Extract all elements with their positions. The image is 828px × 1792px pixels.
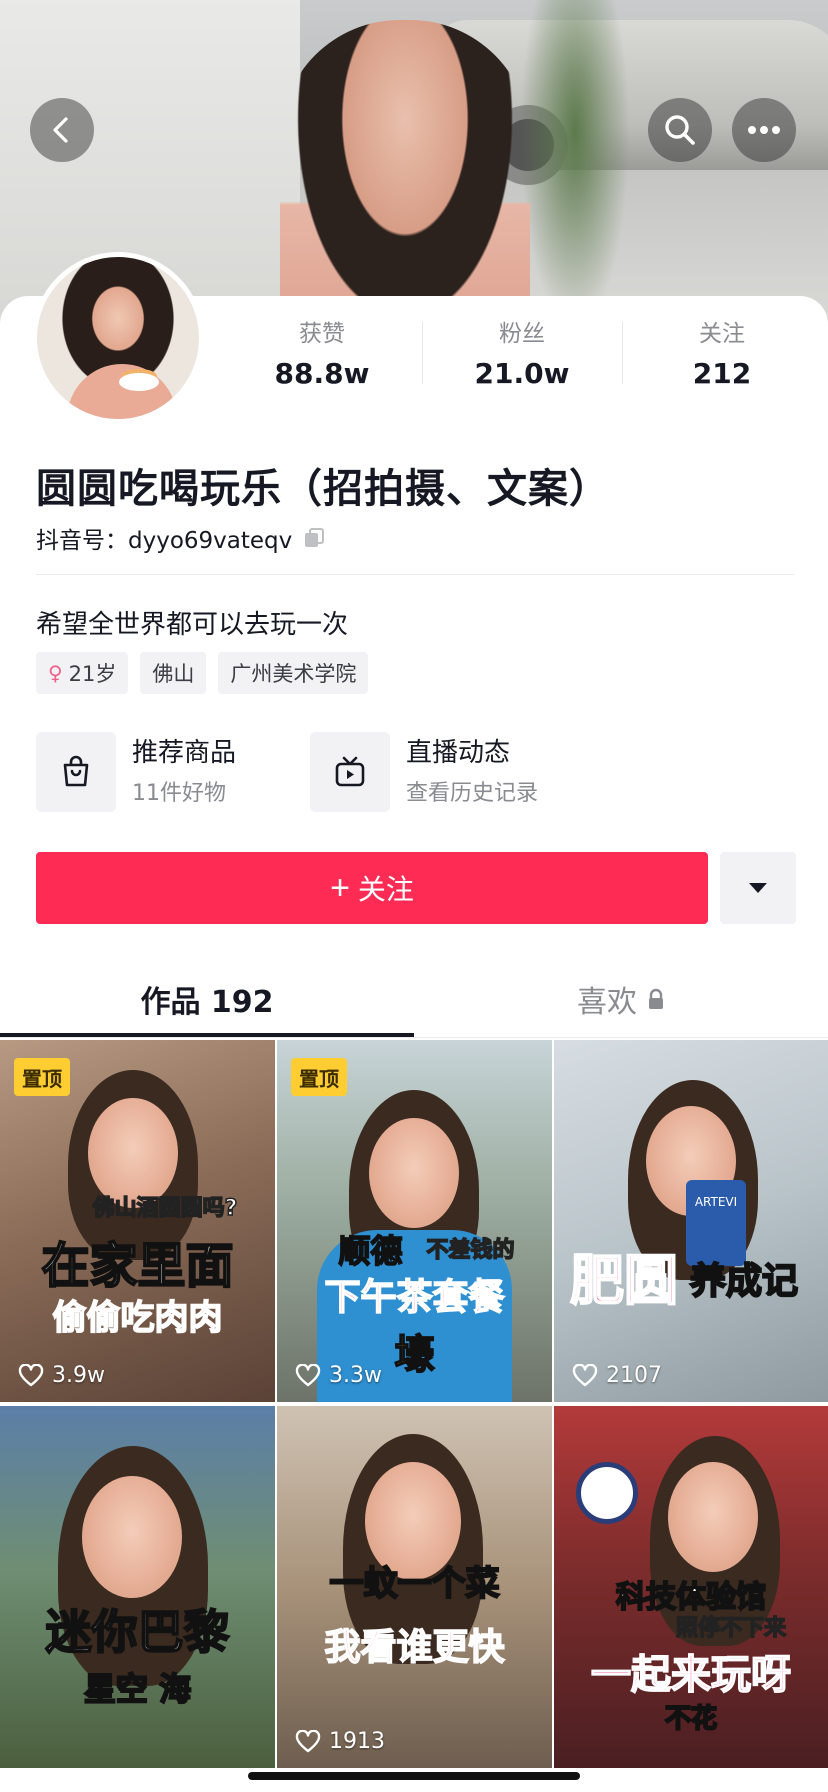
clock-icon [576, 1462, 638, 1524]
profile-bio: 希望全世界都可以去玩一次 [36, 610, 349, 640]
shortcut-title: 直播动态 [406, 738, 511, 768]
follow-button[interactable]: + 关注 [36, 852, 708, 924]
home-indicator [248, 1772, 580, 1780]
video-caption-sub: 偷偷吃肉肉 [52, 1297, 224, 1339]
lock-icon [649, 988, 663, 1009]
tab-likes-label: 喜欢 [577, 985, 637, 1020]
video-caption-sub: 养成记 [689, 1260, 799, 1303]
video-caption-main: 一起来玩呀 [590, 1651, 792, 1699]
recommend-dropdown-button[interactable] [720, 852, 796, 924]
video-likes: 3.3w [295, 1363, 382, 1388]
avatar[interactable] [32, 252, 204, 424]
profile-handle: 抖音号：dyyo69vateqv [36, 521, 326, 555]
heart-icon [295, 1729, 321, 1752]
video-likes-count: 3.9w [52, 1363, 105, 1388]
heart-icon [18, 1363, 44, 1386]
profile-tags: ♀ 21岁 佛山 广州美术学院 [36, 652, 369, 694]
video-likes: 1913 [295, 1729, 385, 1754]
plus-icon: + [330, 869, 350, 907]
profile-name: 圆圆吃喝玩乐（招拍摄、文案） [36, 466, 610, 512]
video-caption-main: 我看谁更快 [324, 1626, 506, 1669]
shortcut-title: 推荐商品 [132, 738, 237, 768]
avatar-shoulder [67, 364, 177, 419]
stat-likes[interactable]: 获赞 88.8w [222, 318, 422, 398]
more-options-button[interactable] [732, 98, 796, 162]
search-button[interactable] [648, 98, 712, 162]
video-thumbnail[interactable]: 科技体验馆 照停不下来 一起来玩呀 不花 [554, 1406, 828, 1768]
video-likes: 3.9w [18, 1363, 105, 1388]
more-dots-icon [748, 126, 780, 134]
profile-tabs: 作品 192 喜欢 [0, 960, 828, 1038]
video-likes: 2107 [572, 1363, 662, 1388]
video-thumbnail[interactable]: 置顶 佛山酒圆圆吗? 在家里面 偷偷吃肉肉 3.9w [0, 1040, 275, 1402]
stat-label: 关注 [699, 321, 745, 347]
video-grid: 置顶 佛山酒圆圆吗? 在家里面 偷偷吃肉肉 3.9w 置顶 顺德 不差钱的 下午… [0, 1040, 828, 1768]
video-caption-top: 佛山酒圆圆吗? [92, 1195, 238, 1222]
search-icon [665, 115, 695, 145]
profile-stats: 获赞 88.8w 粉丝 21.0w 关注 212 [222, 318, 822, 398]
stat-label: 粉丝 [499, 321, 545, 347]
stat-following[interactable]: 关注 212 [622, 318, 822, 398]
stat-followers[interactable]: 粉丝 21.0w [422, 318, 622, 398]
video-likes-count: 1913 [329, 1729, 385, 1754]
video-likes-count: 3.3w [329, 1363, 382, 1388]
chevron-left-icon [53, 117, 68, 143]
shortcut-products[interactable]: 推荐商品 11件好物 [36, 732, 310, 812]
video-thumbnail[interactable]: 一蚊一个菜 我看谁更快 1913 [277, 1406, 552, 1768]
stat-value: 212 [692, 357, 752, 390]
stat-value: 21.0w [474, 357, 570, 390]
thumbnail-face [668, 1462, 758, 1572]
video-likes-count: 2107 [606, 1363, 662, 1388]
cover-person [280, 20, 530, 330]
video-thumbnail[interactable]: ARTEVI 肥圆 养成记 2107 [554, 1040, 828, 1402]
shortcut-subtitle: 查看历史记录 [406, 781, 539, 806]
thumbnail-face [369, 1118, 459, 1228]
video-caption-sub: 不花 [664, 1703, 718, 1735]
tv-play-icon [310, 732, 390, 812]
heart-icon [572, 1363, 598, 1386]
heart-icon [295, 1363, 321, 1386]
avatar-photo [37, 257, 199, 419]
video-thumbnail[interactable]: 迷你巴黎 星空 海 [0, 1406, 275, 1768]
tab-works[interactable]: 作品 192 [0, 960, 414, 1038]
video-caption-sub: 星空 海 [83, 1669, 192, 1709]
video-caption-main: 迷你巴黎 [45, 1604, 231, 1660]
thumbnail-face [82, 1476, 182, 1598]
video-caption-main: 下午茶套餐 [324, 1276, 506, 1319]
video-caption-main: 在家里面 [40, 1237, 234, 1295]
profile-shortcuts: 推荐商品 11件好物 直播动态 查看历史记录 [36, 732, 584, 812]
copy-icon[interactable] [302, 526, 326, 550]
back-button[interactable] [30, 98, 94, 162]
tag-age: ♀ 21岁 [36, 652, 129, 694]
shortcut-subtitle: 11件好物 [132, 781, 226, 806]
video-thumbnail[interactable]: 置顶 顺德 不差钱的 下午茶套餐 壕 3.3w [277, 1040, 552, 1402]
video-caption-tag: 不差钱的 [426, 1237, 516, 1264]
tab-works-label: 作品 192 [140, 985, 274, 1020]
shortcut-live[interactable]: 直播动态 查看历史记录 [310, 732, 584, 812]
follow-label: 关注 [357, 874, 414, 905]
follow-row: + 关注 [36, 852, 796, 924]
video-caption-tag: 照停不下来 [675, 1615, 787, 1642]
tab-likes[interactable]: 喜欢 [414, 960, 828, 1038]
pinned-badge: 置顶 [14, 1058, 70, 1096]
divider [36, 574, 794, 575]
shopping-bag-icon [36, 732, 116, 812]
tag-city: 佛山 [140, 652, 207, 694]
tag-school: 广州美术学院 [218, 652, 369, 694]
avatar-dessert [119, 373, 159, 391]
cover-tree [520, 0, 630, 330]
video-caption-top: 一蚊一个菜 [329, 1563, 501, 1605]
triangle-down-icon [749, 883, 767, 893]
female-icon: ♀ [48, 661, 63, 685]
pinned-badge: 置顶 [291, 1058, 347, 1096]
tag-age-label: 21岁 [68, 662, 117, 686]
stat-value: 88.8w [274, 357, 370, 390]
handle-text: 抖音号：dyyo69vateqv [36, 528, 293, 554]
stat-label: 获赞 [299, 321, 345, 347]
tabs-divider [0, 1037, 828, 1038]
